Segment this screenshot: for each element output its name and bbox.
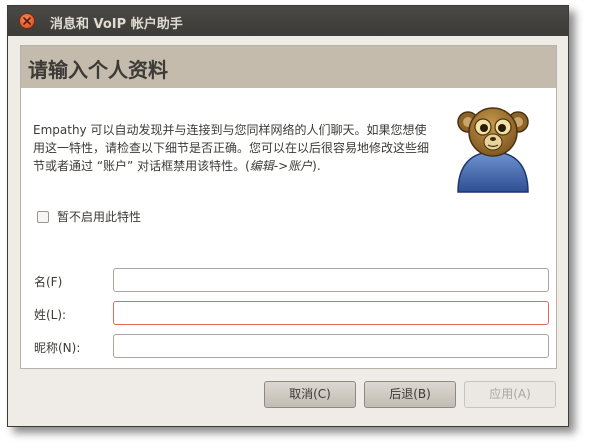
intro-text: Empathy 可以自动发现并与连接到与您同样网络的人们聊天。如果您想使用这一特…: [33, 121, 438, 175]
apply-button[interactable]: 应用(A): [464, 381, 556, 408]
last-name-label: 姓(L):: [34, 308, 67, 322]
header-banner: 请输入个人资料: [21, 46, 556, 88]
intro-suffix: ).: [312, 159, 321, 173]
cancel-button[interactable]: 取消(C): [264, 381, 356, 408]
page-title: 请输入个人资料: [28, 58, 168, 82]
window-title: 消息和 VoIP 帐户助手: [50, 17, 183, 32]
content-panel: 请输入个人资料 Empathy 可以自动发现并与连接到与您同样网络的人们聊天。如…: [20, 45, 557, 369]
close-button[interactable]: [19, 13, 35, 29]
first-name-label: 名(F): [34, 275, 63, 289]
first-name-field[interactable]: [113, 268, 549, 292]
back-button[interactable]: 后退(B): [364, 381, 456, 408]
disable-feature-row[interactable]: 暂不启用此特性: [37, 208, 141, 225]
disable-feature-label: 暂不启用此特性: [57, 210, 142, 224]
nickname-label: 昵称(N):: [34, 341, 81, 355]
disable-feature-checkbox[interactable]: [37, 210, 49, 223]
close-icon: [23, 17, 31, 25]
intro-body: Empathy 可以自动发现并与连接到与您同样网络的人们聊天。如果您想使用这一特…: [33, 123, 430, 173]
intro-menu-path: 编辑->账户: [249, 159, 313, 173]
last-name-field[interactable]: [113, 301, 549, 325]
nickname-field[interactable]: [113, 334, 549, 358]
title-bar: 消息和 VoIP 帐户助手: [8, 6, 568, 36]
dialog-window: 消息和 VoIP 帐户助手 请输入个人资料 Empathy 可以自动发现并与连接…: [7, 5, 569, 427]
empathy-monkey-avatar-icon: [454, 102, 532, 198]
